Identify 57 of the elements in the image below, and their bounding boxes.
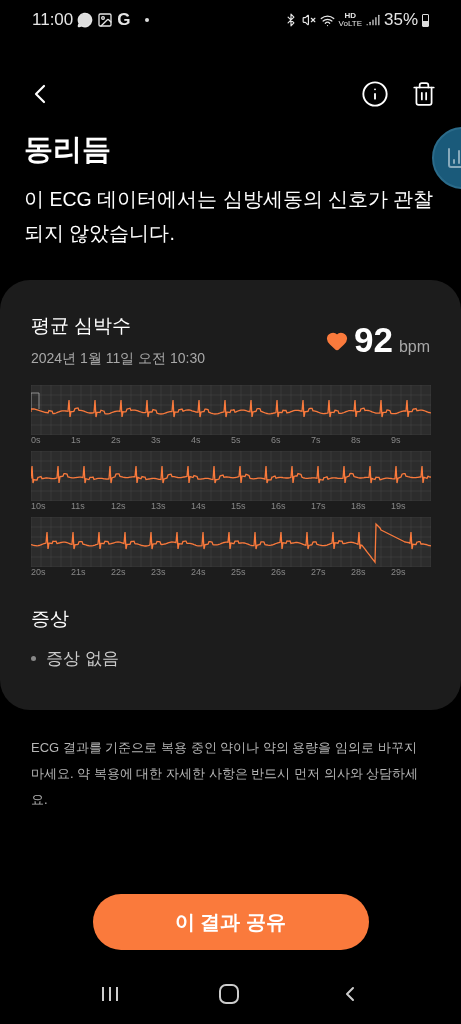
home-icon[interactable] — [218, 984, 239, 1004]
time-tick-label: 18s — [351, 501, 367, 511]
time-tick-label: 29s — [391, 567, 407, 577]
time-tick-label: 23s — [151, 567, 167, 577]
heart-rate-unit: bpm — [398, 336, 430, 357]
measurement-date: 2024년 1월 11일 오전 10:30 — [31, 349, 206, 368]
time-tick-label: 15s — [231, 501, 247, 511]
time-tick-label: 11s — [71, 501, 86, 511]
time-tick-label: 19s — [391, 501, 407, 511]
time-tick-label: 13s — [151, 501, 167, 511]
wifi-icon — [319, 12, 335, 28]
bullet-icon — [31, 655, 36, 661]
info-icon[interactable] — [361, 80, 389, 108]
time-tick-label: 5s — [231, 435, 242, 445]
volte-label: VoLTE — [338, 20, 362, 28]
page-title: 동리듬 — [24, 132, 112, 167]
signal-icon — [365, 13, 380, 27]
time-tick-label: 9s — [391, 435, 402, 445]
hd-label: HD — [344, 12, 357, 20]
time-tick-label: 0s — [31, 435, 42, 445]
time-tick-label: 1s — [71, 435, 82, 445]
time-tick-label: 25s — [231, 567, 247, 577]
trash-icon[interactable] — [411, 81, 437, 107]
share-button[interactable]: 이 결과 공유 — [92, 894, 369, 950]
recent-apps-icon[interactable] — [99, 985, 120, 1003]
chat-icon — [77, 12, 94, 28]
time-tick-label: 7s — [311, 435, 322, 445]
time-tick-label: 4s — [191, 435, 202, 445]
battery-percent: 35% — [383, 9, 418, 32]
heart-rate-label: 평균 심박수 — [31, 313, 133, 338]
time-tick-label: 28s — [351, 567, 367, 577]
symptom-item: 증상 없음 — [46, 647, 119, 670]
mute-icon — [301, 13, 316, 27]
heart-icon — [325, 330, 348, 353]
time-tick-label: 12s — [111, 501, 127, 511]
time-tick-label: 10s — [31, 501, 47, 511]
time-tick-label: 2s — [111, 435, 122, 445]
battery-icon — [422, 13, 429, 27]
time-tick-label: 6s — [271, 435, 282, 445]
symptoms-title: 증상 — [31, 607, 70, 631]
time-tick-label: 26s — [271, 567, 287, 577]
time-tick-label: 27s — [311, 567, 327, 577]
time-tick-label: 24s — [191, 567, 207, 577]
time-tick-label: 17s — [311, 501, 327, 511]
time-tick-label: 20s — [31, 567, 47, 577]
time-tick-label: 8s — [351, 435, 362, 445]
result-description: 이 ECG 데이터에서는 심방세동의 신호가 관찰되지 않았습니다. — [24, 186, 435, 246]
time-tick-label: 3s — [151, 435, 162, 445]
app-letter: G — [117, 9, 131, 32]
disclaimer-text: ECG 결과를 기준으로 복용 중인 약이나 약의 용량을 임의로 바꾸지 마세요. 약 복용에 대한 자세한 사항은 반드시 먼저 의사와 상담하세요. — [30, 738, 420, 809]
time-tick-label: 21s — [71, 567, 87, 577]
time-tick-label: 16s — [271, 501, 287, 511]
status-time: 11:00 — [32, 9, 74, 32]
time-tick-label: 14s — [191, 501, 207, 511]
heart-rate-value: 92 — [353, 318, 393, 361]
image-icon — [97, 12, 114, 28]
time-tick-label: 22s — [111, 567, 127, 577]
